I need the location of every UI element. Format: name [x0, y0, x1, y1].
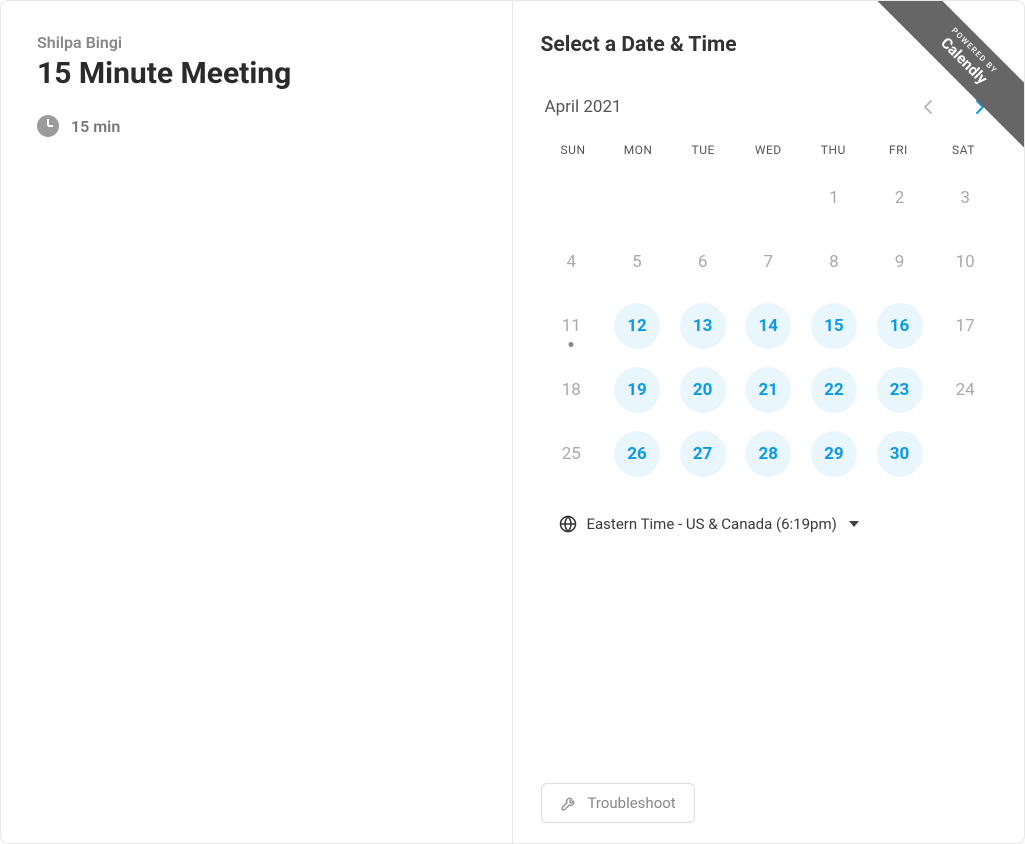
day-cell: 5: [606, 235, 668, 289]
day-cell: 30: [869, 427, 931, 481]
calendar-day[interactable]: 22: [811, 367, 857, 413]
weekday-header: SUN MON TUE WED THU FRI SAT: [541, 143, 997, 157]
wrench-icon: [560, 794, 578, 812]
weekday-label: FRI: [866, 143, 931, 157]
weekday-label: SUN: [541, 143, 606, 157]
calendar-day[interactable]: 13: [680, 303, 726, 349]
clock-icon: [37, 115, 59, 137]
calendar-day: 7: [745, 239, 791, 285]
calendar-day[interactable]: 23: [877, 367, 923, 413]
troubleshoot-label: Troubleshoot: [588, 794, 676, 812]
day-cell: 22: [803, 363, 865, 417]
day-cell: 16: [869, 299, 931, 353]
calendar-day[interactable]: 19: [614, 367, 660, 413]
calendar-day[interactable]: 15: [811, 303, 857, 349]
day-cell: [541, 171, 603, 225]
calendar-day: 2: [877, 175, 923, 221]
calendar-day: 6: [680, 239, 726, 285]
chevron-left-icon: [923, 99, 933, 115]
calendar-day: 18: [548, 367, 594, 413]
month-navigation: April 2021: [541, 95, 997, 119]
calendar-day: 11: [548, 303, 594, 349]
calendar-day: 5: [614, 239, 660, 285]
calendar-day: 17: [942, 303, 988, 349]
day-cell: [737, 171, 799, 225]
calendar-day: 3: [942, 175, 988, 221]
day-cell: 8: [803, 235, 865, 289]
day-cell: 18: [541, 363, 603, 417]
timezone-selector[interactable]: Eastern Time - US & Canada (6:19pm): [541, 515, 997, 533]
day-cell: 11: [541, 299, 603, 353]
calendar-day: 9: [877, 239, 923, 285]
calendar-day: 1: [811, 175, 857, 221]
calendar-day: 24: [942, 367, 988, 413]
weekday-label: TUE: [671, 143, 736, 157]
calendar-day[interactable]: 27: [680, 431, 726, 477]
day-cell: 7: [737, 235, 799, 289]
duration-label: 15 min: [71, 117, 120, 136]
calendar-day[interactable]: 30: [877, 431, 923, 477]
meeting-duration: 15 min: [37, 115, 476, 137]
day-cell: 13: [672, 299, 734, 353]
day-cell: 3: [934, 171, 996, 225]
day-cell: 4: [541, 235, 603, 289]
calendar-day[interactable]: 28: [745, 431, 791, 477]
calendar: SUN MON TUE WED THU FRI SAT 123456789101…: [541, 143, 997, 481]
calendar-day: 4: [548, 239, 594, 285]
day-cell: 26: [606, 427, 668, 481]
day-cell: 2: [869, 171, 931, 225]
day-cell: 25: [541, 427, 603, 481]
calendar-day: 25: [548, 431, 594, 477]
calendar-day[interactable]: 16: [877, 303, 923, 349]
calendar-panel: Select a Date & Time April 2021 SUN MON …: [513, 1, 1025, 843]
calendar-day[interactable]: 21: [745, 367, 791, 413]
calendar-day[interactable]: 14: [745, 303, 791, 349]
day-cell: 23: [869, 363, 931, 417]
powered-by-link[interactable]: POWERED BY Calendly: [871, 1, 1024, 154]
day-cell: 9: [869, 235, 931, 289]
day-cell: [672, 171, 734, 225]
prev-month-button[interactable]: [916, 95, 940, 119]
day-cell: [606, 171, 668, 225]
day-cell: 20: [672, 363, 734, 417]
caret-down-icon: [849, 521, 859, 527]
day-cell: 10: [934, 235, 996, 289]
globe-icon: [559, 515, 577, 533]
calendar-day[interactable]: 26: [614, 431, 660, 477]
weekday-label: MON: [606, 143, 671, 157]
days-grid: 1234567891011121314151617181920212223242…: [541, 171, 997, 481]
day-cell: 6: [672, 235, 734, 289]
day-cell: 27: [672, 427, 734, 481]
calendar-day: 8: [811, 239, 857, 285]
day-cell: 15: [803, 299, 865, 353]
host-name: Shilpa Bingi: [37, 33, 476, 52]
troubleshoot-button[interactable]: Troubleshoot: [541, 783, 695, 823]
event-details-panel: Shilpa Bingi 15 Minute Meeting 15 min: [1, 1, 513, 843]
day-cell: 19: [606, 363, 668, 417]
weekday-label: WED: [736, 143, 801, 157]
day-cell: 17: [934, 299, 996, 353]
day-cell: 21: [737, 363, 799, 417]
weekday-label: THU: [801, 143, 866, 157]
day-cell: 29: [803, 427, 865, 481]
calendar-day: 10: [942, 239, 988, 285]
powered-by-ribbon: POWERED BY Calendly: [864, 1, 1024, 161]
weekday-label: SAT: [931, 143, 996, 157]
month-label: April 2021: [545, 97, 622, 117]
day-cell: 12: [606, 299, 668, 353]
day-cell: 1: [803, 171, 865, 225]
day-cell: 14: [737, 299, 799, 353]
calendar-day[interactable]: 12: [614, 303, 660, 349]
calendar-day[interactable]: 29: [811, 431, 857, 477]
day-cell: 28: [737, 427, 799, 481]
meeting-title: 15 Minute Meeting: [37, 56, 476, 91]
day-cell: 24: [934, 363, 996, 417]
calendar-day[interactable]: 20: [680, 367, 726, 413]
scheduling-page: Shilpa Bingi 15 Minute Meeting 15 min Se…: [0, 0, 1025, 844]
timezone-label: Eastern Time - US & Canada (6:19pm): [587, 515, 837, 533]
